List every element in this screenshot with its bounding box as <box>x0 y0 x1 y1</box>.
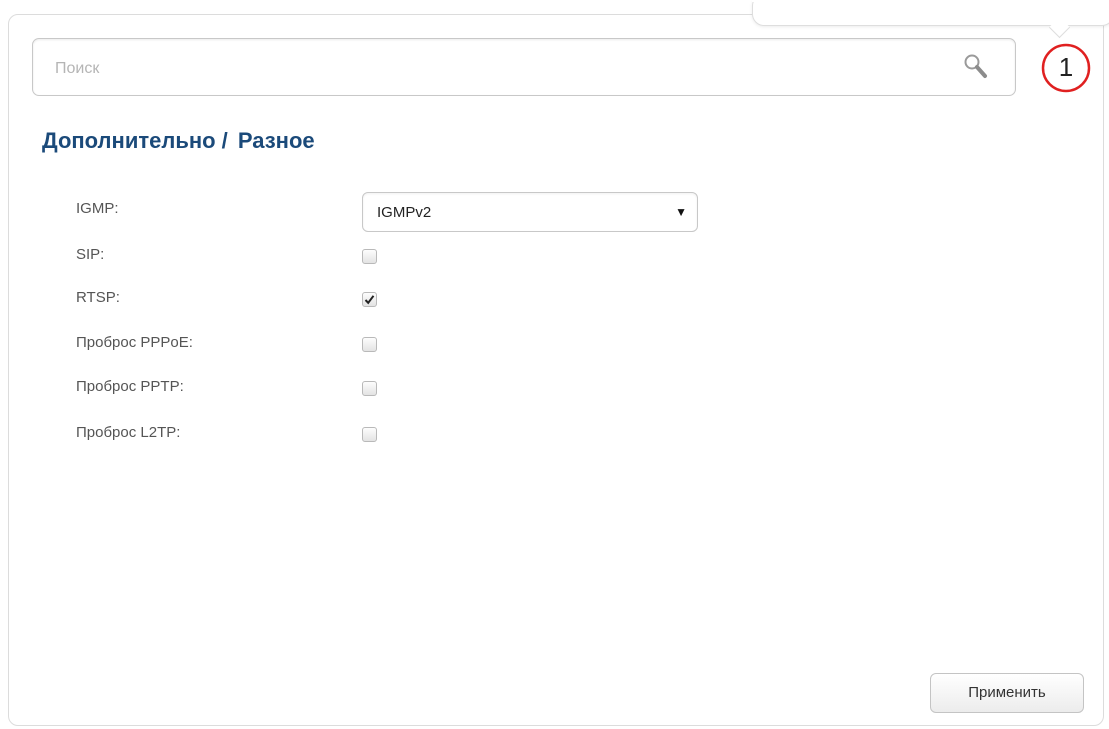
igmp-select[interactable]: IGMPv2 ▼ <box>362 192 698 232</box>
l2tp-passthrough-checkbox[interactable] <box>362 427 377 442</box>
rtsp-checkbox[interactable] <box>362 292 377 307</box>
pptp-passthrough-label: Проброс PPTP: <box>76 378 184 395</box>
callout-mask <box>752 0 1109 2</box>
checkmark-icon <box>364 295 375 305</box>
l2tp-passthrough-label: Проброс L2TP: <box>76 424 181 441</box>
breadcrumb-separator: / <box>221 128 228 153</box>
page-title: Разное <box>237 128 315 153</box>
sip-checkbox[interactable] <box>362 249 377 264</box>
pppoe-passthrough-checkbox[interactable] <box>362 337 377 352</box>
pptp-passthrough-checkbox[interactable] <box>362 381 377 396</box>
notification-counter[interactable]: 1 <box>1040 42 1092 94</box>
breadcrumb: Дополнительно / Разное <box>42 128 315 154</box>
rtsp-label: RTSP: <box>76 289 120 306</box>
breadcrumb-section: Дополнительно <box>42 128 216 153</box>
content-panel <box>8 14 1104 726</box>
search-input[interactable] <box>53 53 937 85</box>
page: 1 Дополнительно/ Разное IGMP: IGMPv2 ▼ S… <box>0 0 1109 729</box>
sip-label: SIP: <box>76 246 105 263</box>
igmp-label: IGMP: <box>76 200 119 217</box>
apply-button[interactable]: Применить <box>930 673 1084 713</box>
search-box <box>32 38 1016 96</box>
search-icon[interactable] <box>963 53 989 81</box>
notification-count: 1 <box>1058 52 1074 82</box>
chevron-down-icon: ▼ <box>675 205 687 219</box>
igmp-selected-value: IGMPv2 <box>377 204 432 221</box>
pppoe-passthrough-label: Проброс PPPoE: <box>76 334 193 351</box>
